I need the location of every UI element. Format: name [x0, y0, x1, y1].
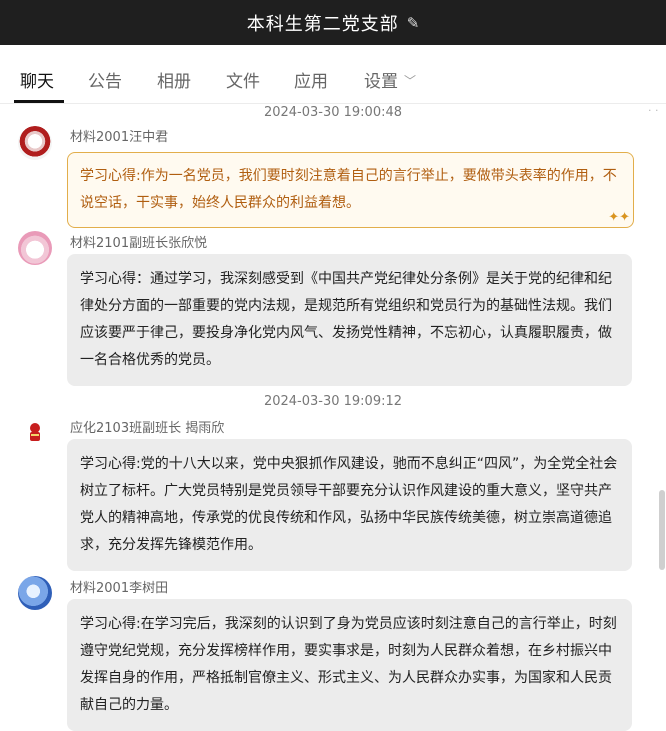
avatar[interactable]	[18, 126, 52, 160]
message-bubble[interactable]: 学习心得:作为一名党员，我们要时刻注意着自己的言行举止，要做带头表率的作用，不说…	[67, 152, 634, 228]
message-bubble[interactable]: 学习心得:党的十八大以来，党中央狠抓作风建设，驰而不息纠正“四风”，为全党全社会…	[67, 439, 632, 571]
sparkle-icon: ✦✦	[608, 210, 630, 225]
chat-area[interactable]: 2024-03-30 19:00:48 材料2001汪中君 学习心得:作为一名党…	[0, 104, 666, 731]
pencil-icon[interactable]: ✎	[407, 14, 420, 32]
avatar[interactable]	[18, 416, 52, 450]
sender-name: 材料2001汪中君	[70, 130, 169, 145]
group-title: 本科生第二党支部	[246, 13, 399, 35]
sender-name: 应化2103班副班长 揭雨欣	[70, 421, 225, 436]
title-bar: 本科生第二党支部 ✎	[0, 0, 666, 45]
tab-settings[interactable]: 设置 ﹀	[364, 67, 416, 92]
message-bubble[interactable]: 学习心得：通过学习，我深刻感受到《中国共产党纪律处分条例》是关于党的纪律和纪律处…	[67, 254, 632, 386]
avatar[interactable]	[18, 231, 52, 265]
tab-bar: 聊天 公告 相册 文件 应用 设置 ﹀	[0, 45, 666, 104]
timestamp: 2024-03-30 19:09:12	[263, 394, 403, 409]
message-text: 学习心得:在学习完后，我深刻的认识到了身为党员应该时刻注意自己的言行举止，时刻遵…	[80, 616, 617, 713]
sender-name: 材料2001李树田	[70, 581, 169, 596]
message-text: 学习心得:作为一名党员，我们要时刻注意着自己的言行举止，要做带头表率的作用，不说…	[80, 168, 617, 211]
message-text: 学习心得：通过学习，我深刻感受到《中国共产党纪律处分条例》是关于党的纪律和纪律处…	[80, 271, 612, 368]
tab-chat[interactable]: 聊天	[20, 67, 54, 92]
tab-album[interactable]: 相册	[157, 67, 191, 92]
tab-files[interactable]: 文件	[226, 67, 260, 92]
timestamp: 2024-03-30 19:00:48	[263, 105, 403, 120]
avatar[interactable]	[18, 576, 52, 610]
chevron-down-icon: ﹀	[404, 74, 417, 88]
active-tab-indicator	[14, 100, 64, 103]
sender-name: 材料2101副班长张欣悦	[70, 236, 208, 251]
message-bubble[interactable]: 学习心得:在学习完后，我深刻的认识到了身为党员应该时刻注意自己的言行举止，时刻遵…	[67, 599, 632, 731]
tab-settings-label: 设置	[364, 72, 398, 92]
avatar-figure-icon	[30, 423, 40, 441]
tab-apps[interactable]: 应用	[294, 67, 328, 92]
scrollbar-thumb[interactable]	[659, 490, 665, 570]
message-text: 学习心得:党的十八大以来，党中央狠抓作风建设，驰而不息纠正“四风”，为全党全社会…	[80, 456, 618, 553]
tab-announcements[interactable]: 公告	[88, 67, 122, 92]
